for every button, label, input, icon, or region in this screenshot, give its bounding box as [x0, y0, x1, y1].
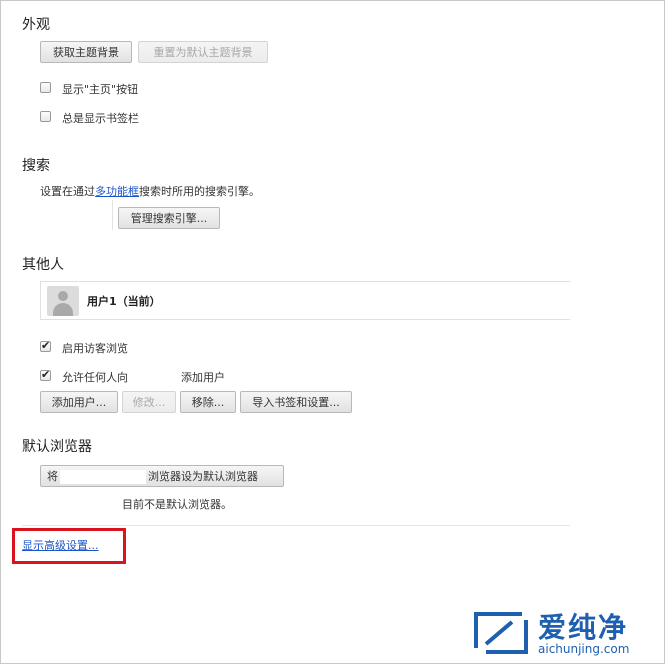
user-name[interactable]: 用户1（当前） [87, 293, 161, 309]
section-divider [22, 525, 570, 526]
allow-add-user-checkbox[interactable] [40, 368, 51, 381]
guest-browsing-checkbox[interactable] [40, 339, 51, 352]
remove-user-button[interactable]: 移除... [180, 391, 236, 413]
settings-panel [0, 0, 665, 664]
show-advanced-settings-link[interactable]: 显示高级设置... [22, 537, 99, 553]
appearance-heading: 外观 [22, 17, 50, 33]
omnibox-link[interactable]: 多功能框 [95, 185, 139, 198]
avatar-head [58, 291, 68, 301]
set-default-suffix: 浏览器设为默认浏览器 [148, 470, 258, 483]
add-user-button[interactable]: 添加用户... [40, 391, 118, 413]
avatar [47, 286, 79, 316]
set-default-prefix: 将 [47, 470, 58, 483]
search-desc-prefix: 设置在通过 [40, 185, 95, 198]
redacted-browser-name [60, 470, 146, 484]
search-divider [112, 200, 113, 230]
guest-browsing-label: 启用访客浏览 [62, 342, 128, 355]
show-home-checkbox[interactable] [40, 82, 51, 93]
search-description: 设置在通过多功能框搜索时所用的搜索引擎。 [40, 183, 260, 199]
search-desc-suffix: 搜索时所用的搜索引擎。 [139, 185, 260, 198]
user-list: 用户1（当前） [40, 281, 570, 320]
allow-add-user-suffix: 添加用户 [181, 371, 225, 384]
manage-search-engines-button[interactable]: 管理搜索引擎... [118, 207, 220, 229]
edit-user-button[interactable]: 修改... [122, 391, 176, 413]
import-bookmarks-button[interactable]: 导入书签和设置... [240, 391, 352, 413]
watermark-brand-cn: 爱纯净 [538, 611, 629, 644]
avatar-body [53, 303, 73, 316]
watermark-logo-icon [474, 612, 528, 654]
set-default-browser-button[interactable]: 将 浏览器设为默认浏览器 [40, 465, 284, 487]
default-browser-heading: 默认浏览器 [22, 439, 92, 455]
default-browser-status: 目前不是默认浏览器。 [122, 498, 232, 511]
show-bookmarks-label: 总是显示书签栏 [62, 112, 139, 125]
search-heading: 搜索 [22, 158, 50, 174]
reset-theme-button[interactable]: 重置为默认主题背景 [138, 41, 268, 63]
show-bookmarks-checkbox[interactable] [40, 111, 51, 122]
get-theme-button[interactable]: 获取主题背景 [40, 41, 132, 63]
people-heading: 其他人 [22, 257, 64, 273]
allow-add-user-label: 允许任何人向 [62, 371, 128, 384]
watermark: 爱纯净 aichunjing.com [464, 604, 664, 662]
show-home-label: 显示"主页"按钮 [62, 83, 139, 96]
watermark-brand-url: aichunjing.com [538, 642, 630, 656]
